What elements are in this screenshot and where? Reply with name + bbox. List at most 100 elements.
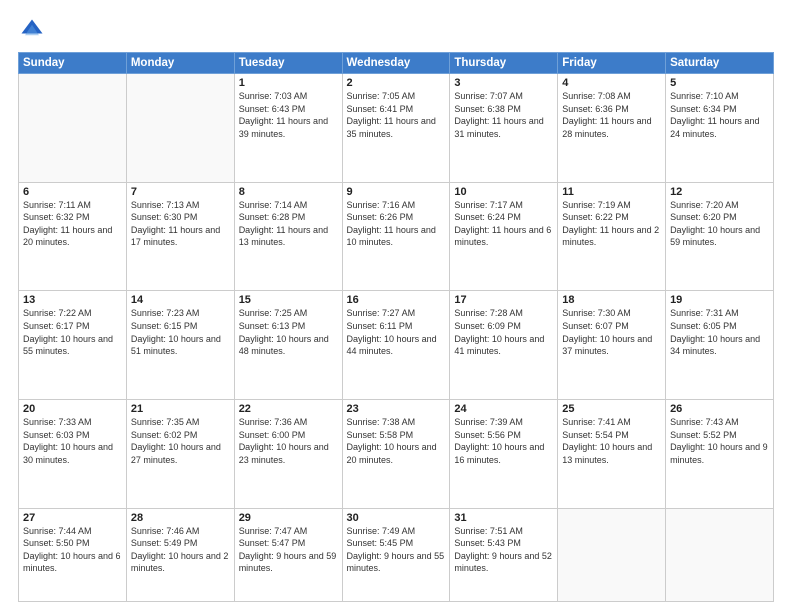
day-cell bbox=[666, 508, 774, 601]
day-number: 14 bbox=[131, 294, 230, 306]
day-info: Sunrise: 7:49 AMSunset: 5:45 PMDaylight:… bbox=[347, 525, 446, 575]
day-number: 15 bbox=[239, 294, 338, 306]
day-cell: 31Sunrise: 7:51 AMSunset: 5:43 PMDayligh… bbox=[450, 508, 558, 601]
weekday-header-tuesday: Tuesday bbox=[234, 53, 342, 74]
day-info: Sunrise: 7:31 AMSunset: 6:05 PMDaylight:… bbox=[670, 307, 769, 357]
day-number: 2 bbox=[347, 77, 446, 89]
day-number: 22 bbox=[239, 403, 338, 415]
day-info: Sunrise: 7:22 AMSunset: 6:17 PMDaylight:… bbox=[23, 307, 122, 357]
day-number: 31 bbox=[454, 512, 553, 524]
week-row-5: 27Sunrise: 7:44 AMSunset: 5:50 PMDayligh… bbox=[19, 508, 774, 601]
day-cell bbox=[19, 74, 127, 183]
day-cell: 13Sunrise: 7:22 AMSunset: 6:17 PMDayligh… bbox=[19, 291, 127, 400]
weekday-header-sunday: Sunday bbox=[19, 53, 127, 74]
day-info: Sunrise: 7:39 AMSunset: 5:56 PMDaylight:… bbox=[454, 416, 553, 466]
day-cell: 11Sunrise: 7:19 AMSunset: 6:22 PMDayligh… bbox=[558, 182, 666, 291]
day-number: 1 bbox=[239, 77, 338, 89]
day-number: 24 bbox=[454, 403, 553, 415]
day-number: 17 bbox=[454, 294, 553, 306]
day-cell: 25Sunrise: 7:41 AMSunset: 5:54 PMDayligh… bbox=[558, 400, 666, 509]
day-cell: 19Sunrise: 7:31 AMSunset: 6:05 PMDayligh… bbox=[666, 291, 774, 400]
day-cell: 9Sunrise: 7:16 AMSunset: 6:26 PMDaylight… bbox=[342, 182, 450, 291]
day-cell: 20Sunrise: 7:33 AMSunset: 6:03 PMDayligh… bbox=[19, 400, 127, 509]
day-cell: 5Sunrise: 7:10 AMSunset: 6:34 PMDaylight… bbox=[666, 74, 774, 183]
day-info: Sunrise: 7:20 AMSunset: 6:20 PMDaylight:… bbox=[670, 199, 769, 249]
calendar-table: SundayMondayTuesdayWednesdayThursdayFrid… bbox=[18, 52, 774, 602]
day-number: 27 bbox=[23, 512, 122, 524]
day-cell: 22Sunrise: 7:36 AMSunset: 6:00 PMDayligh… bbox=[234, 400, 342, 509]
day-info: Sunrise: 7:44 AMSunset: 5:50 PMDaylight:… bbox=[23, 525, 122, 575]
day-cell: 27Sunrise: 7:44 AMSunset: 5:50 PMDayligh… bbox=[19, 508, 127, 601]
day-info: Sunrise: 7:23 AMSunset: 6:15 PMDaylight:… bbox=[131, 307, 230, 357]
weekday-header-thursday: Thursday bbox=[450, 53, 558, 74]
day-info: Sunrise: 7:05 AMSunset: 6:41 PMDaylight:… bbox=[347, 90, 446, 140]
week-row-4: 20Sunrise: 7:33 AMSunset: 6:03 PMDayligh… bbox=[19, 400, 774, 509]
day-cell: 1Sunrise: 7:03 AMSunset: 6:43 PMDaylight… bbox=[234, 74, 342, 183]
weekday-header-friday: Friday bbox=[558, 53, 666, 74]
day-number: 26 bbox=[670, 403, 769, 415]
day-cell: 21Sunrise: 7:35 AMSunset: 6:02 PMDayligh… bbox=[126, 400, 234, 509]
day-cell: 14Sunrise: 7:23 AMSunset: 6:15 PMDayligh… bbox=[126, 291, 234, 400]
day-cell: 24Sunrise: 7:39 AMSunset: 5:56 PMDayligh… bbox=[450, 400, 558, 509]
day-info: Sunrise: 7:38 AMSunset: 5:58 PMDaylight:… bbox=[347, 416, 446, 466]
week-row-2: 6Sunrise: 7:11 AMSunset: 6:32 PMDaylight… bbox=[19, 182, 774, 291]
day-cell: 30Sunrise: 7:49 AMSunset: 5:45 PMDayligh… bbox=[342, 508, 450, 601]
week-row-3: 13Sunrise: 7:22 AMSunset: 6:17 PMDayligh… bbox=[19, 291, 774, 400]
day-number: 13 bbox=[23, 294, 122, 306]
day-info: Sunrise: 7:51 AMSunset: 5:43 PMDaylight:… bbox=[454, 525, 553, 575]
day-info: Sunrise: 7:25 AMSunset: 6:13 PMDaylight:… bbox=[239, 307, 338, 357]
day-number: 16 bbox=[347, 294, 446, 306]
day-number: 10 bbox=[454, 186, 553, 198]
day-info: Sunrise: 7:17 AMSunset: 6:24 PMDaylight:… bbox=[454, 199, 553, 249]
week-row-1: 1Sunrise: 7:03 AMSunset: 6:43 PMDaylight… bbox=[19, 74, 774, 183]
day-number: 29 bbox=[239, 512, 338, 524]
day-cell: 29Sunrise: 7:47 AMSunset: 5:47 PMDayligh… bbox=[234, 508, 342, 601]
day-number: 9 bbox=[347, 186, 446, 198]
day-number: 25 bbox=[562, 403, 661, 415]
day-cell: 6Sunrise: 7:11 AMSunset: 6:32 PMDaylight… bbox=[19, 182, 127, 291]
logo-icon bbox=[18, 16, 46, 44]
day-info: Sunrise: 7:46 AMSunset: 5:49 PMDaylight:… bbox=[131, 525, 230, 575]
day-info: Sunrise: 7:28 AMSunset: 6:09 PMDaylight:… bbox=[454, 307, 553, 357]
day-number: 12 bbox=[670, 186, 769, 198]
header bbox=[18, 16, 774, 44]
day-info: Sunrise: 7:07 AMSunset: 6:38 PMDaylight:… bbox=[454, 90, 553, 140]
day-info: Sunrise: 7:08 AMSunset: 6:36 PMDaylight:… bbox=[562, 90, 661, 140]
day-info: Sunrise: 7:19 AMSunset: 6:22 PMDaylight:… bbox=[562, 199, 661, 249]
day-number: 21 bbox=[131, 403, 230, 415]
day-info: Sunrise: 7:10 AMSunset: 6:34 PMDaylight:… bbox=[670, 90, 769, 140]
day-number: 8 bbox=[239, 186, 338, 198]
weekday-header-monday: Monday bbox=[126, 53, 234, 74]
day-info: Sunrise: 7:27 AMSunset: 6:11 PMDaylight:… bbox=[347, 307, 446, 357]
day-cell: 8Sunrise: 7:14 AMSunset: 6:28 PMDaylight… bbox=[234, 182, 342, 291]
day-cell: 28Sunrise: 7:46 AMSunset: 5:49 PMDayligh… bbox=[126, 508, 234, 601]
day-cell: 23Sunrise: 7:38 AMSunset: 5:58 PMDayligh… bbox=[342, 400, 450, 509]
day-cell: 7Sunrise: 7:13 AMSunset: 6:30 PMDaylight… bbox=[126, 182, 234, 291]
day-cell: 10Sunrise: 7:17 AMSunset: 6:24 PMDayligh… bbox=[450, 182, 558, 291]
day-number: 3 bbox=[454, 77, 553, 89]
day-info: Sunrise: 7:13 AMSunset: 6:30 PMDaylight:… bbox=[131, 199, 230, 249]
day-cell bbox=[126, 74, 234, 183]
day-info: Sunrise: 7:43 AMSunset: 5:52 PMDaylight:… bbox=[670, 416, 769, 466]
day-info: Sunrise: 7:33 AMSunset: 6:03 PMDaylight:… bbox=[23, 416, 122, 466]
day-info: Sunrise: 7:36 AMSunset: 6:00 PMDaylight:… bbox=[239, 416, 338, 466]
page: SundayMondayTuesdayWednesdayThursdayFrid… bbox=[0, 0, 792, 612]
day-number: 4 bbox=[562, 77, 661, 89]
logo bbox=[18, 16, 48, 44]
day-info: Sunrise: 7:35 AMSunset: 6:02 PMDaylight:… bbox=[131, 416, 230, 466]
day-info: Sunrise: 7:11 AMSunset: 6:32 PMDaylight:… bbox=[23, 199, 122, 249]
day-cell: 18Sunrise: 7:30 AMSunset: 6:07 PMDayligh… bbox=[558, 291, 666, 400]
day-info: Sunrise: 7:41 AMSunset: 5:54 PMDaylight:… bbox=[562, 416, 661, 466]
day-number: 18 bbox=[562, 294, 661, 306]
day-cell: 3Sunrise: 7:07 AMSunset: 6:38 PMDaylight… bbox=[450, 74, 558, 183]
day-cell: 12Sunrise: 7:20 AMSunset: 6:20 PMDayligh… bbox=[666, 182, 774, 291]
day-cell bbox=[558, 508, 666, 601]
day-cell: 4Sunrise: 7:08 AMSunset: 6:36 PMDaylight… bbox=[558, 74, 666, 183]
day-number: 20 bbox=[23, 403, 122, 415]
day-number: 23 bbox=[347, 403, 446, 415]
day-number: 28 bbox=[131, 512, 230, 524]
day-cell: 16Sunrise: 7:27 AMSunset: 6:11 PMDayligh… bbox=[342, 291, 450, 400]
day-cell: 2Sunrise: 7:05 AMSunset: 6:41 PMDaylight… bbox=[342, 74, 450, 183]
day-number: 11 bbox=[562, 186, 661, 198]
day-info: Sunrise: 7:47 AMSunset: 5:47 PMDaylight:… bbox=[239, 525, 338, 575]
